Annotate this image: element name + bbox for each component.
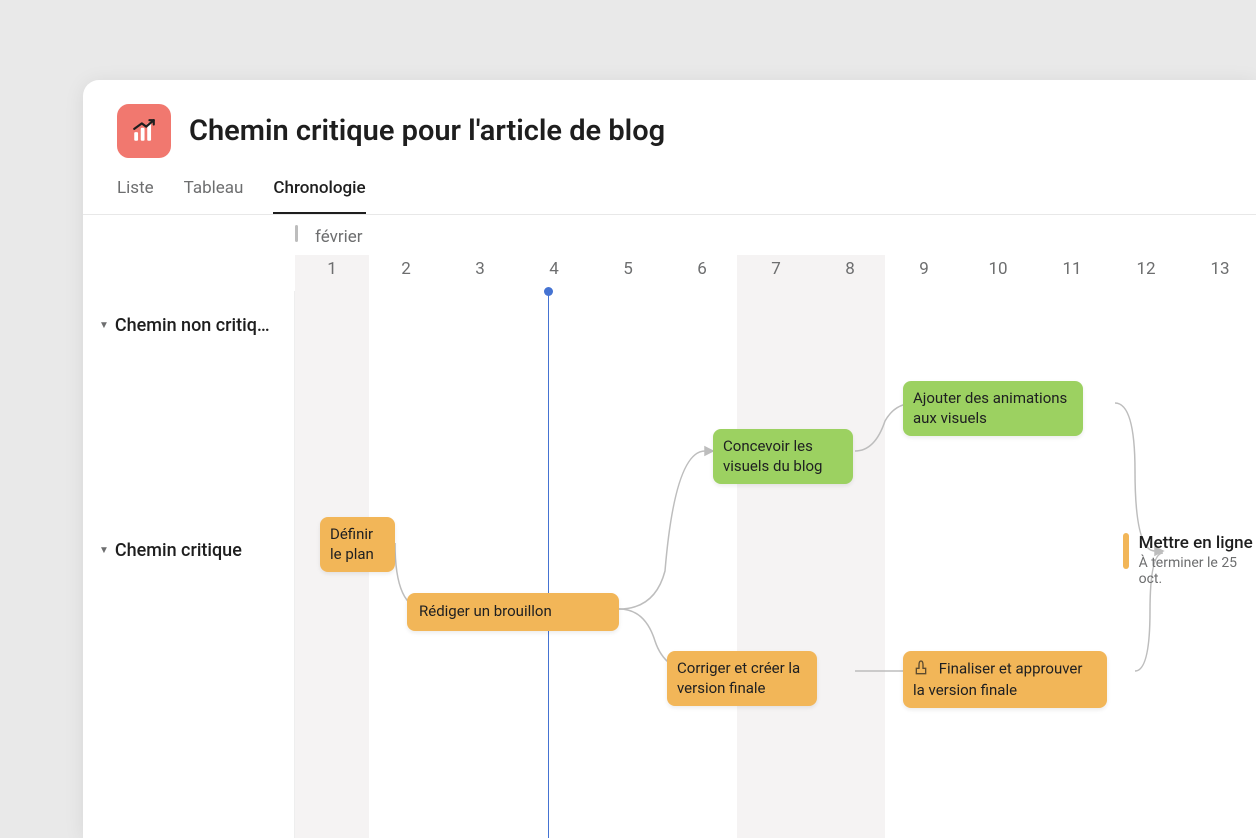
caret-down-icon: ▼ (99, 545, 109, 556)
task-label: Concevoir les visuels du blog (723, 437, 823, 475)
section-critical[interactable]: ▼ Chemin critique (83, 528, 294, 573)
header: Chemin critique pour l'article de blog L… (83, 80, 1256, 214)
task-label: Finaliser et approuver la version finale (913, 660, 1082, 699)
date-11: 11 (1035, 259, 1109, 279)
date-6: 6 (665, 259, 739, 279)
project-icon (117, 104, 171, 158)
date-1: 1 (295, 259, 369, 279)
task-label: Définir le plan (330, 525, 374, 563)
approval-icon (913, 659, 929, 681)
milestone-bar (1123, 533, 1129, 569)
date-9: 9 (887, 259, 961, 279)
date-10: 10 (961, 259, 1035, 279)
task-design-visuals[interactable]: Concevoir les visuels du blog (713, 429, 853, 484)
tab-board[interactable]: Tableau (184, 178, 244, 214)
date-13: 13 (1183, 259, 1256, 279)
timeline-sidebar: ▼ Chemin non critique ▼ Chemin critique (83, 291, 295, 838)
section-label: Chemin non critique (115, 315, 275, 336)
milestone-publish[interactable]: Mettre en ligne À terminer le 25 oct. (1123, 533, 1256, 587)
task-label: Ajouter des animations aux visuels (913, 389, 1067, 427)
task-correct-final[interactable]: Corriger et créer la version finale (667, 651, 817, 706)
task-finalize-approve[interactable]: Finaliser et approuver la version finale (903, 651, 1107, 708)
tab-list[interactable]: Liste (117, 178, 154, 214)
date-2: 2 (369, 259, 443, 279)
today-indicator (548, 291, 549, 838)
date-7: 7 (739, 259, 813, 279)
date-8: 8 (813, 259, 887, 279)
date-5: 5 (591, 259, 665, 279)
month-marker (295, 225, 298, 242)
view-tabs: Liste Tableau Chronologie (117, 178, 1222, 214)
task-label: Corriger et créer la version finale (677, 659, 800, 697)
timeline-view: février 1 2 3 4 5 6 7 8 9 10 11 12 13 ▼ … (83, 215, 1256, 838)
project-window: Chemin critique pour l'article de blog L… (83, 80, 1256, 838)
date-axis: 1 2 3 4 5 6 7 8 9 10 11 12 13 (83, 259, 1256, 287)
date-12: 12 (1109, 259, 1183, 279)
date-4: 4 (517, 259, 591, 279)
month-label: février (315, 227, 363, 247)
project-title: Chemin critique pour l'article de blog (189, 114, 665, 148)
task-add-animations[interactable]: Ajouter des animations aux visuels (903, 381, 1083, 436)
timeline-chart[interactable]: Concevoir les visuels du blog Ajouter de… (295, 291, 1256, 838)
date-3: 3 (443, 259, 517, 279)
milestone-title: Mettre en ligne (1139, 533, 1256, 553)
task-write-draft[interactable]: Rédiger un brouillon (407, 593, 619, 631)
task-define-plan[interactable]: Définir le plan (320, 517, 395, 572)
milestone-due: À terminer le 25 oct. (1139, 555, 1256, 587)
section-label: Chemin critique (115, 540, 242, 561)
task-label: Rédiger un brouillon (419, 602, 552, 620)
section-noncritical[interactable]: ▼ Chemin non critique (83, 303, 294, 348)
caret-down-icon: ▼ (99, 320, 109, 331)
tab-timeline[interactable]: Chronologie (273, 178, 365, 214)
